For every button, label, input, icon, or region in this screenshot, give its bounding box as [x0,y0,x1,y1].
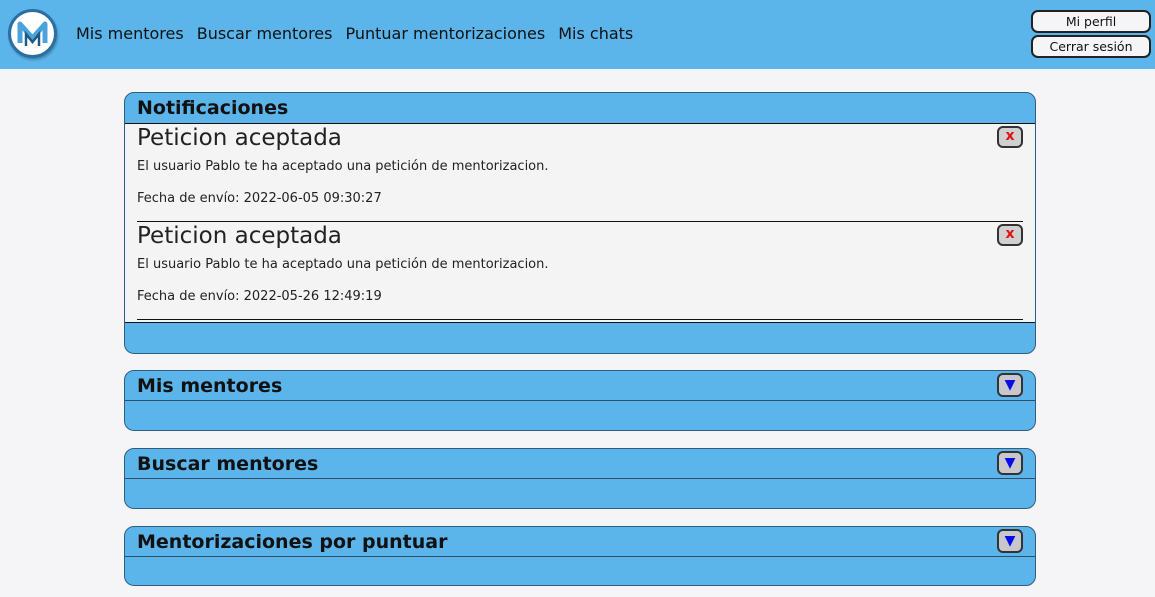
expand-buscar-mentores-button[interactable]: ▼ [997,451,1023,475]
notification-item: Peticion aceptada x El usuario Pablo te … [137,222,1023,320]
nav-puntuar-mentorizaciones[interactable]: Puntuar mentorizaciones [345,24,545,44]
close-notification-button[interactable]: x [997,126,1023,148]
panel-divider [125,478,1035,479]
notification-title: Peticion aceptada [137,125,342,151]
mentorizaciones-por-puntuar-title: Mentorizaciones por puntuar [137,531,448,553]
nav-buscar-mentores[interactable]: Buscar mentores [197,24,333,44]
mentorizaciones-por-puntuar-panel: Mentorizaciones por puntuar ▼ [124,526,1036,586]
expand-mentorizaciones-button[interactable]: ▼ [997,529,1023,553]
top-navbar: Mis mentores Buscar mentores Puntuar men… [0,0,1155,69]
mis-mentores-panel: Mis mentores ▼ [124,370,1036,431]
logo-icon[interactable] [8,9,57,58]
buscar-mentores-title: Buscar mentores [137,453,319,475]
logout-button[interactable]: Cerrar sesión [1031,35,1151,58]
profile-button[interactable]: Mi perfil [1031,10,1151,33]
notification-date: Fecha de envío: 2022-06-05 09:30:27 [137,191,382,206]
nav-mis-chats[interactable]: Mis chats [558,24,633,44]
notification-message: El usuario Pablo te ha aceptado una peti… [137,257,549,272]
buscar-mentores-panel: Buscar mentores ▼ [124,448,1036,509]
notification-date: Fecha de envío: 2022-05-26 12:49:19 [137,289,382,304]
panel-divider [125,556,1035,557]
notification-item: Peticion aceptada x El usuario Pablo te … [137,124,1023,222]
close-notification-button[interactable]: x [997,224,1023,246]
expand-mis-mentores-button[interactable]: ▼ [997,373,1023,397]
mis-mentores-title: Mis mentores [137,375,283,397]
panel-divider [125,400,1035,401]
main-nav: Mis mentores Buscar mentores Puntuar men… [76,24,633,44]
notifications-title: Notificaciones [137,97,289,119]
notification-message: El usuario Pablo te ha aceptado una peti… [137,159,549,174]
nav-mis-mentores[interactable]: Mis mentores [76,24,184,44]
notifications-panel: Notificaciones Peticion aceptada x El us… [124,92,1036,354]
notifications-list[interactable]: Peticion aceptada x El usuario Pablo te … [125,123,1035,323]
notification-title: Peticion aceptada [137,223,342,249]
